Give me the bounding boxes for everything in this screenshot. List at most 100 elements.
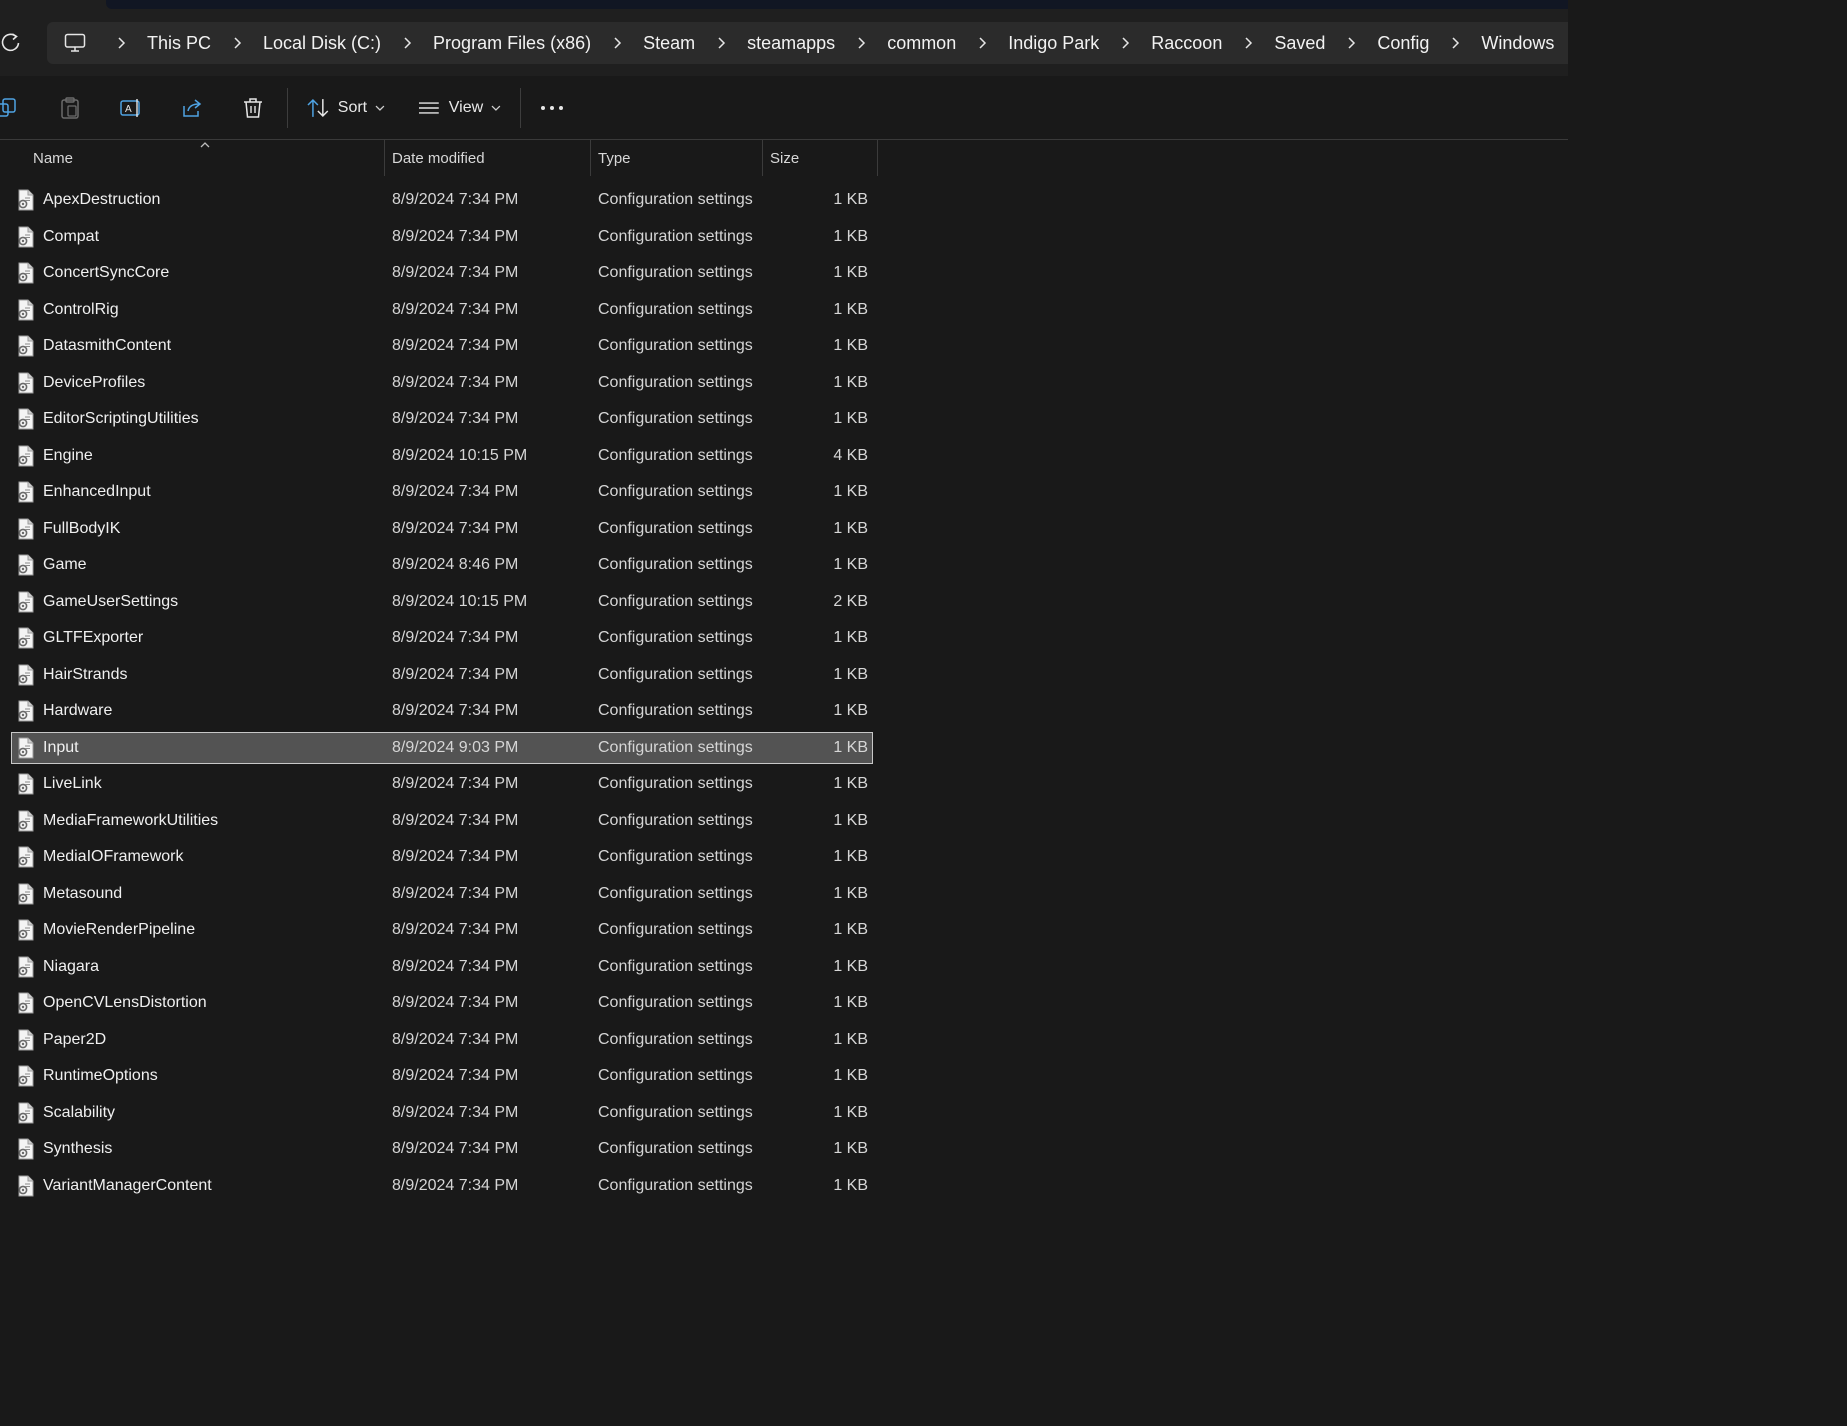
file-row[interactable]: Game 8/9/2024 8:46 PM Configuration settin… [12, 550, 872, 580]
column-divider[interactable] [877, 140, 878, 176]
config-file-icon [18, 1102, 34, 1123]
config-file-icon [18, 554, 34, 576]
sort-button[interactable]: Sort [306, 92, 386, 124]
copy-button[interactable] [0, 92, 20, 124]
breadcrumb-item[interactable]: Config [1369, 22, 1437, 64]
file-row[interactable]: OpenCVLensDistortion 8/9/2024 7:34 PM Conf… [12, 988, 872, 1018]
breadcrumb-item[interactable]: Steam [635, 22, 703, 64]
file-row[interactable]: MediaIOFramework 8/9/2024 7:34 PM Configur… [12, 842, 872, 872]
file-row[interactable]: LiveLink 8/9/2024 7:34 PM Configuration se… [12, 769, 872, 799]
file-size: 2 KB [833, 592, 868, 610]
file-size: 1 KB [833, 483, 868, 500]
breadcrumb-chevron-button[interactable] [112, 22, 130, 64]
file-name: GameUserSettings [43, 592, 179, 610]
file-row-selected[interactable]: Input 8/9/2024 9:03 PM Configuration setti… [11, 731, 873, 764]
breadcrumb-chevron-button[interactable] [852, 22, 870, 64]
file-row[interactable]: VariantManagerContent 8/9/2024 7:34 PM Con… [12, 1171, 872, 1201]
file-row[interactable]: EditorScriptingUtilities 8/9/2024 7:34 PM… [12, 404, 872, 434]
file-date-modified: 8/9/2024 7:34 PM [392, 1030, 519, 1048]
breadcrumb-chevron-button[interactable] [1446, 22, 1464, 64]
breadcrumb-chevron-button[interactable] [608, 22, 626, 64]
copy-icon [0, 98, 16, 117]
breadcrumb-chevron-button[interactable] [1342, 22, 1360, 64]
paste-button[interactable] [58, 92, 82, 124]
column-header-name[interactable]: Name [33, 140, 373, 176]
breadcrumb-chevron-button[interactable] [973, 22, 991, 64]
breadcrumb-item[interactable]: Indigo Park [1000, 22, 1107, 64]
navigation-bar: This PC Local Disk (C:) Program Files (x86… [0, 12, 1568, 76]
file-row[interactable]: Engine 8/9/2024 10:15 PM Configuration set… [12, 441, 872, 471]
file-row[interactable]: DatasmithContent 8/9/2024 7:34 PM Configur… [12, 331, 872, 361]
more-options-button[interactable] [540, 92, 564, 124]
file-name: ApexDestruction [43, 191, 161, 208]
file-size: 4 KB [833, 446, 868, 464]
breadcrumb-item[interactable]: Local Disk (C:) [255, 22, 389, 64]
config-file-icon [18, 262, 34, 284]
chevron-right-icon [614, 37, 622, 49]
file-row[interactable]: Paper2D 8/9/2024 7:34 PM Configuration set… [12, 1025, 872, 1055]
breadcrumb-item[interactable]: Saved [1266, 22, 1333, 64]
file-row[interactable]: GLTFExporter 8/9/2024 7:34 PM Configuratio… [12, 623, 872, 653]
file-row[interactable]: Scalability 8/9/2024 7:34 PM Configuration… [12, 1098, 872, 1128]
breadcrumb-chevron-button[interactable] [1239, 22, 1257, 64]
config-file-icon [18, 372, 34, 393]
chevron-right-icon [979, 37, 987, 49]
view-button[interactable]: View [418, 92, 502, 124]
file-row[interactable]: FullBodyIK 8/9/2024 7:34 PM Configuration … [12, 514, 872, 544]
file-row[interactable]: MediaFrameworkUtilities 8/9/2024 7:34 PM C… [12, 806, 872, 836]
file-row[interactable]: Hardware 8/9/2024 7:34 PM Configuration se… [12, 696, 872, 726]
file-name: ControlRig [43, 300, 119, 318]
file-type: Configuration settings [598, 410, 753, 427]
breadcrumb-chevron-button[interactable] [1116, 22, 1134, 64]
refresh-button[interactable] [0, 31, 26, 57]
file-type: Configuration settings [598, 191, 753, 208]
column-header-date-modified[interactable]: Date modified [392, 140, 582, 176]
file-date-modified: 8/9/2024 7:34 PM [392, 1067, 519, 1084]
file-date-modified: 8/9/2024 7:34 PM [392, 373, 519, 391]
file-name: Engine [43, 446, 93, 464]
delete-button[interactable] [241, 92, 265, 124]
config-file-icon [18, 445, 34, 466]
file-row[interactable]: ConcertSyncCore 8/9/2024 7:34 PM Configura… [12, 258, 872, 288]
share-button[interactable] [180, 92, 204, 124]
breadcrumb-chevron-button[interactable] [228, 22, 246, 64]
computer-icon [64, 33, 86, 52]
column-divider[interactable] [384, 140, 385, 176]
breadcrumb-item[interactable]: This PC [139, 22, 219, 64]
file-name: Paper2D [43, 1030, 107, 1048]
config-file-icon [18, 518, 34, 539]
file-row[interactable]: GameUserSettings 8/9/2024 10:15 PM Configu… [12, 587, 872, 617]
breadcrumb-item[interactable]: Program Files (x86) [425, 22, 599, 64]
column-divider[interactable] [762, 140, 763, 176]
file-type: Configuration settings [598, 1140, 753, 1157]
breadcrumb-chevron-button[interactable] [712, 22, 730, 64]
file-row[interactable]: ControlRig 8/9/2024 7:34 PM Configuration … [12, 295, 872, 325]
file-row[interactable]: Niagara 8/9/2024 7:34 PM Configuration set… [12, 952, 872, 982]
column-header-type[interactable]: Type [598, 140, 756, 176]
breadcrumb-item[interactable]: steamapps [739, 22, 843, 64]
breadcrumb-chevron-button[interactable] [398, 22, 416, 64]
file-type: Configuration settings [598, 1176, 753, 1194]
address-bar[interactable]: This PC Local Disk (C:) Program Files (x86… [47, 22, 1568, 64]
file-row[interactable]: EnhancedInput 8/9/2024 7:34 PM Configurati… [12, 477, 872, 507]
column-divider[interactable] [590, 140, 591, 176]
rename-button[interactable]: A [119, 92, 143, 124]
breadcrumb-item[interactable]: Windows [1473, 22, 1562, 64]
file-row[interactable]: MovieRenderPipeline 8/9/2024 7:34 PM Confi… [12, 915, 872, 945]
file-type: Configuration settings [598, 519, 753, 537]
file-row[interactable]: Synthesis 8/9/2024 7:34 PM Configuration s… [12, 1134, 872, 1164]
file-row[interactable]: DeviceProfiles 8/9/2024 7:34 PM Configurat… [12, 368, 872, 398]
file-size: 1 KB [833, 264, 868, 281]
file-name: VariantManagerContent [43, 1176, 212, 1194]
breadcrumb-item[interactable]: Raccoon [1143, 22, 1230, 64]
file-type: Configuration settings [598, 264, 753, 281]
file-row[interactable]: HairStrands 8/9/2024 7:34 PM Configuration… [12, 660, 872, 690]
column-header-size[interactable]: Size [770, 140, 870, 176]
file-name: EditorScriptingUtilities [43, 410, 199, 427]
file-row[interactable]: Compat 8/9/2024 7:34 PM Configuration sett… [12, 222, 872, 252]
file-row[interactable]: Metasound 8/9/2024 7:34 PM Configuration s… [12, 879, 872, 909]
breadcrumb-item[interactable]: common [879, 22, 964, 64]
file-row[interactable]: ApexDestruction 8/9/2024 7:34 PM Configura… [12, 185, 872, 215]
this-pc-button[interactable] [47, 22, 103, 64]
file-row[interactable]: RuntimeOptions 8/9/2024 7:34 PM Configurat… [12, 1061, 872, 1091]
